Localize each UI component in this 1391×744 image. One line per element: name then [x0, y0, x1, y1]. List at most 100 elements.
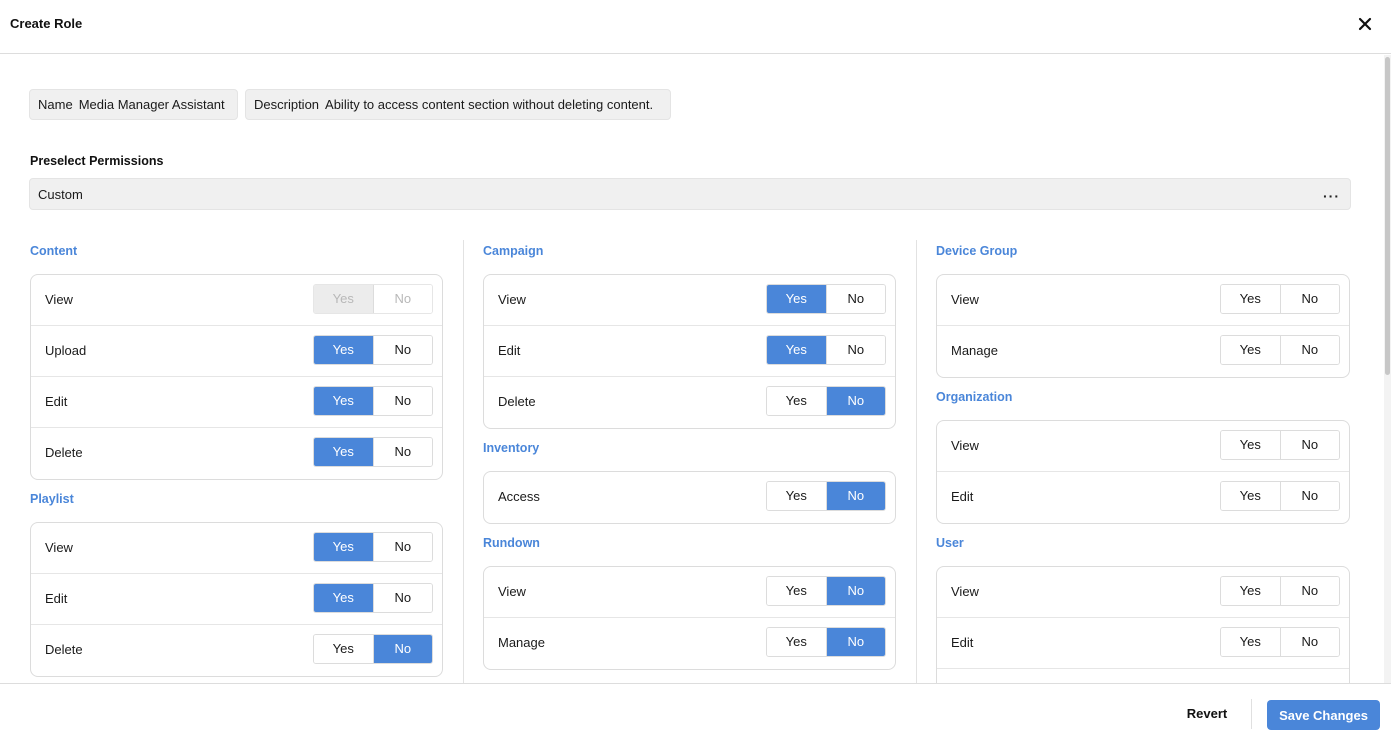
campaign-edit-toggle[interactable]: Yes No — [766, 335, 886, 365]
permission-row: Manage Yes No — [937, 326, 1349, 377]
name-field[interactable]: Name Media Manager Assistant — [29, 89, 238, 120]
permission-label: Edit — [45, 394, 68, 409]
permission-label: Delete — [498, 394, 536, 409]
permission-row: View Yes No — [937, 567, 1349, 618]
yes-option[interactable]: Yes — [767, 336, 826, 364]
yes-option[interactable]: Yes — [1221, 336, 1280, 364]
permission-label: View — [951, 292, 979, 307]
preselect-permissions-label: Preselect Permissions — [30, 154, 164, 168]
no-option[interactable]: No — [1279, 431, 1339, 459]
permission-card-device-group: View Yes No Manage Yes No — [936, 274, 1350, 378]
close-icon[interactable] — [1355, 14, 1375, 34]
organization-edit-toggle[interactable]: Yes No — [1220, 481, 1340, 511]
description-field[interactable]: Description Ability to access content sec… — [245, 89, 671, 120]
no-option[interactable]: No — [372, 635, 432, 663]
preselect-permissions-select[interactable]: Custom ··· — [29, 178, 1351, 210]
save-changes-button[interactable]: Save Changes — [1267, 700, 1380, 730]
playlist-view-toggle[interactable]: Yes No — [313, 532, 433, 562]
permission-card-rundown: View Yes No Manage Yes No — [483, 566, 896, 670]
permission-label: Edit — [951, 489, 974, 504]
yes-option[interactable]: Yes — [1221, 285, 1280, 313]
playlist-edit-toggle[interactable]: Yes No — [313, 583, 433, 613]
name-label: Name — [38, 97, 73, 112]
scrollbar[interactable] — [1384, 55, 1391, 683]
user-edit-toggle[interactable]: Yes No — [1220, 627, 1340, 657]
no-option[interactable]: No — [825, 336, 885, 364]
yes-option[interactable]: Yes — [1221, 431, 1280, 459]
permission-row: View Yes No — [937, 421, 1349, 472]
yes-option[interactable]: Yes — [1221, 482, 1280, 510]
scrollbar-thumb[interactable] — [1385, 57, 1390, 375]
section-title-rundown: Rundown — [483, 536, 540, 550]
no-option[interactable]: No — [1279, 482, 1339, 510]
rundown-view-toggle[interactable]: Yes No — [766, 576, 886, 606]
yes-option[interactable]: Yes — [314, 336, 373, 364]
no-option[interactable]: No — [372, 438, 432, 466]
permission-row: View Yes No — [484, 275, 895, 326]
yes-option[interactable]: Yes — [767, 577, 826, 605]
name-value: Media Manager Assistant — [78, 97, 225, 112]
yes-option[interactable]: Yes — [767, 285, 826, 313]
yes-option[interactable]: Yes — [1221, 577, 1280, 605]
yes-option[interactable]: Yes — [1221, 628, 1280, 656]
no-option[interactable]: No — [1279, 285, 1339, 313]
more-options-icon[interactable]: ··· — [1323, 188, 1340, 204]
create-role-dialog: Create Role Name Media Manager Assistant … — [0, 0, 1391, 744]
permission-label: View — [951, 584, 979, 599]
device-group-manage-toggle[interactable]: Yes No — [1220, 335, 1340, 365]
permission-row: Access Yes No — [484, 472, 895, 523]
yes-option[interactable]: Yes — [767, 482, 826, 510]
permission-row: Edit Yes No — [31, 377, 442, 428]
permission-row: Delete Yes No — [31, 625, 442, 676]
organization-view-toggle[interactable]: Yes No — [1220, 430, 1340, 460]
no-option[interactable]: No — [825, 482, 885, 510]
permission-row: View Yes No — [31, 275, 442, 326]
no-option[interactable]: No — [825, 577, 885, 605]
permission-label: Access — [498, 489, 540, 504]
permission-label: Edit — [498, 343, 521, 358]
yes-option[interactable]: Yes — [314, 584, 373, 612]
revert-button[interactable]: Revert — [1170, 698, 1244, 730]
no-option[interactable]: No — [1279, 577, 1339, 605]
dialog-footer: Revert Save Changes — [0, 683, 1391, 744]
device-group-view-toggle[interactable]: Yes No — [1220, 284, 1340, 314]
rundown-manage-toggle[interactable]: Yes No — [766, 627, 886, 657]
no-option[interactable]: No — [372, 387, 432, 415]
no-option[interactable]: No — [1279, 336, 1339, 364]
permission-card-content: View Yes No Upload Yes No Edit Yes No Delete Yes No — [30, 274, 443, 480]
no-option[interactable]: No — [1279, 628, 1339, 656]
yes-option[interactable]: Yes — [314, 533, 373, 561]
yes-option[interactable]: Yes — [314, 438, 373, 466]
permission-label: Edit — [951, 635, 974, 650]
campaign-view-toggle[interactable]: Yes No — [766, 284, 886, 314]
section-title-playlist: Playlist — [30, 492, 74, 506]
no-option[interactable]: No — [372, 533, 432, 561]
inventory-access-toggle[interactable]: Yes No — [766, 481, 886, 511]
yes-option[interactable]: Yes — [314, 635, 373, 663]
permission-card-inventory: Access Yes No — [483, 471, 896, 524]
user-view-toggle[interactable]: Yes No — [1220, 576, 1340, 606]
no-option[interactable]: No — [825, 628, 885, 656]
content-upload-toggle[interactable]: Yes No — [313, 335, 433, 365]
yes-option[interactable]: Yes — [767, 387, 826, 415]
permission-label: View — [45, 540, 73, 555]
permission-row: Manage Yes No — [484, 618, 895, 669]
no-option[interactable]: No — [825, 285, 885, 313]
section-title-content: Content — [30, 244, 78, 258]
playlist-delete-toggle[interactable]: Yes No — [313, 634, 433, 664]
no-option[interactable]: No — [825, 387, 885, 415]
yes-option[interactable]: Yes — [314, 387, 373, 415]
campaign-delete-toggle[interactable]: Yes No — [766, 386, 886, 416]
content-edit-toggle[interactable]: Yes No — [313, 386, 433, 416]
permission-row: Edit Yes No — [31, 574, 442, 625]
section-title-device-group: Device Group — [936, 244, 1018, 258]
yes-option: Yes — [314, 285, 373, 313]
description-label: Description — [254, 97, 320, 112]
no-option[interactable]: No — [372, 336, 432, 364]
content-delete-toggle[interactable]: Yes No — [313, 437, 433, 467]
permission-label: Delete — [45, 642, 83, 657]
no-option[interactable]: No — [372, 584, 432, 612]
yes-option[interactable]: Yes — [767, 628, 826, 656]
no-option: No — [372, 285, 432, 313]
permission-row: View Yes No — [484, 567, 895, 618]
